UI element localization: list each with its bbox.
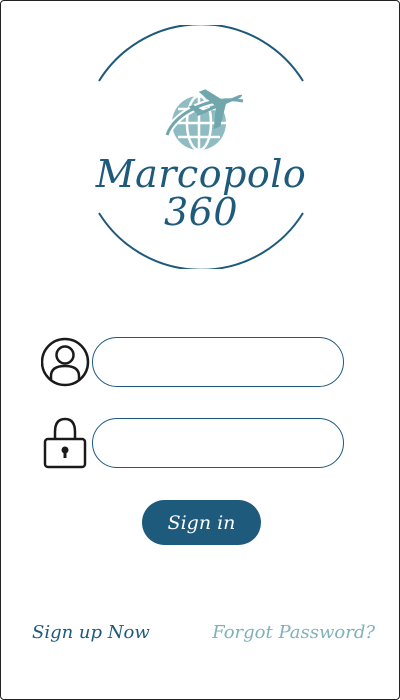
login-screen: Marcopolo 360 Sign in Sign up Now Forgot… <box>0 0 400 700</box>
brand-name: Marcopolo 360 <box>95 152 307 234</box>
username-row <box>41 336 351 388</box>
logo-ring-top <box>98 25 304 82</box>
forgot-password-link[interactable]: Forgot Password? <box>212 619 375 647</box>
username-input[interactable] <box>92 337 344 387</box>
sign-in-button[interactable]: Sign in <box>142 500 261 545</box>
lock-icon <box>41 417 91 469</box>
sign-up-link[interactable]: Sign up Now <box>32 619 150 647</box>
password-row <box>41 417 351 469</box>
globe-airplane-icon <box>163 89 244 152</box>
password-input[interactable] <box>92 418 344 468</box>
user-icon <box>41 336 91 388</box>
brand-logo: Marcopolo 360 <box>79 25 323 269</box>
